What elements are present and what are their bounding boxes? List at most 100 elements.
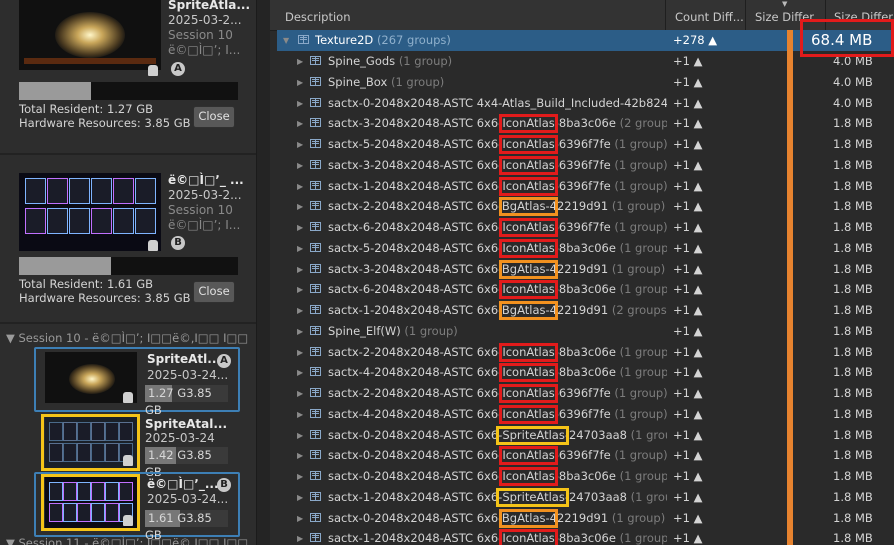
expand-arrow-icon[interactable]: ▶ [297, 321, 303, 342]
texture-icon [310, 201, 321, 211]
table-row[interactable]: ▶ sactx-2-2048x2048-ASTC 6x6-IconAtlas-63… [270, 383, 894, 404]
expand-arrow-icon[interactable]: ▶ [297, 93, 303, 114]
expand-arrow-icon[interactable]: ▶ [297, 404, 303, 425]
snapshot-a-close-button[interactable]: Close [193, 106, 235, 128]
row-size-diff: 1.8 MB [833, 365, 873, 380]
thumbnail-card [91, 443, 105, 462]
thumbnail-card [77, 422, 91, 441]
column-size-diff[interactable]: Size Differ... [827, 0, 894, 30]
expand-arrow-icon[interactable]: ▶ [297, 362, 303, 383]
snapshot-b-resident: Total Resident: 1.61 GB [19, 277, 154, 291]
expand-arrow-icon[interactable]: ▶ [297, 508, 303, 529]
table-row[interactable]: ▶ sactx-1-2048x2048-ASTC 6x6-BgAtlas-4221… [270, 300, 894, 321]
table-row[interactable]: ▶ sactx-0-2048x2048-ASTC 6x6-IconAtlas-8b… [270, 466, 894, 487]
expand-arrow-icon[interactable]: ▶ [297, 300, 303, 321]
table-row[interactable]: ▶ sactx-2-2048x2048-ASTC 6x6-BgAtlas-4221… [270, 196, 894, 217]
snapshot-a-thumbnail[interactable] [19, 0, 161, 70]
expand-arrow-icon[interactable]: ▶ [297, 466, 303, 487]
expand-arrow-icon[interactable]: ▶ [297, 487, 303, 508]
snapshot-b-close-button[interactable]: Close [193, 281, 235, 303]
table-row[interactable]: ▶ sactx-3-2048x2048-ASTC 6x6-IconAtlas-63… [270, 155, 894, 176]
row-name: sactx-3-2048x2048-ASTC 6x6-IconAtlas-8ba… [328, 116, 667, 131]
row-name: sactx-2-2048x2048-ASTC 6x6-IconAtlas-639… [328, 386, 667, 400]
table-row[interactable]: ▶ Spine_Box (1 group) +1 ▲ 4.0 MB [270, 72, 894, 93]
expand-arrow-icon[interactable]: ▶ [297, 342, 303, 363]
row-name: sactx-2-2048x2048-ASTC 6x6-IconAtlas-8ba… [328, 344, 667, 359]
expand-arrow-icon[interactable]: ▶ [297, 113, 303, 134]
snapshot-b-memory-fill [19, 257, 111, 275]
row-name: sactx-3-2048x2048-ASTC 6x6-IconAtlas-639… [328, 157, 667, 172]
row-count-diff: +1 ▲ [673, 448, 703, 463]
table-row[interactable]: ▶ sactx-0-2048x2048-ASTC 4x4-Atlas_Build_… [270, 93, 894, 114]
table-row[interactable]: ▶ sactx-3-2048x2048-ASTC 6x6-IconAtlas-8b… [270, 113, 894, 134]
table-row[interactable]: ▶ sactx-1-2048x2048-ASTC 6x6-IconAtlas-8b… [270, 528, 894, 545]
expand-arrow-icon[interactable]: ▶ [297, 238, 303, 259]
row-count-diff: +1 ▲ [673, 489, 703, 504]
table-row[interactable]: ▶ sactx-4-2048x2048-ASTC 6x6-IconAtlas-8b… [270, 362, 894, 383]
table-row[interactable]: ▶ sactx-6-2048x2048-ASTC 6x6-IconAtlas-63… [270, 217, 894, 238]
row-size-diff: 4.0 MB [833, 95, 873, 110]
texture-icon [310, 346, 321, 356]
table-row[interactable]: ▶ sactx-0-2048x2048-ASTC 6x6-SpriteAtlas-… [270, 425, 894, 446]
texture-icon [310, 450, 321, 460]
snapshot-a-title: SpriteAtla... [168, 0, 251, 12]
expand-arrow-icon[interactable]: ▶ [297, 72, 303, 93]
table-row-root[interactable]: ▼ Texture2D (267 groups) +278 ▲ 68.4 MB [270, 30, 894, 51]
table-row[interactable]: ▶ sactx-4-2048x2048-ASTC 6x6-IconAtlas-63… [270, 404, 894, 425]
android-icon [123, 455, 133, 466]
row-size-diff: 1.8 MB [833, 406, 873, 421]
expand-arrow-icon[interactable]: ▶ [297, 176, 303, 197]
expand-arrow-icon[interactable]: ▶ [297, 528, 303, 545]
expand-arrow-icon[interactable]: ▶ [297, 259, 303, 280]
thumbnail-card [47, 208, 68, 234]
texture-icon [310, 325, 321, 335]
expand-arrow-icon[interactable]: ▶ [297, 155, 303, 176]
table-row[interactable]: ▶ sactx-5-2048x2048-ASTC 6x6-IconAtlas-63… [270, 134, 894, 155]
thumbnail-card [25, 178, 46, 204]
session-11-header[interactable]: ▼ Session 11 - ë©□Ì□ʼ; I□□ë©,I□□ I□□ [0, 533, 256, 545]
table-row[interactable]: ▶ sactx-1-2048x2048-ASTC 6x6-IconAtlas-63… [270, 176, 894, 197]
row-name: sactx-6-2048x2048-ASTC 6x6-IconAtlas-639… [328, 220, 667, 234]
expand-arrow-icon[interactable]: ▼ [283, 30, 289, 51]
row-name: Spine_Gods (1 group) [328, 54, 453, 68]
row-name: sactx-0-2048x2048-ASTC 6x6-IconAtlas-8ba… [328, 469, 667, 483]
row-size-diff: 1.8 MB [833, 282, 873, 297]
expand-arrow-icon[interactable]: ▶ [297, 383, 303, 404]
texture-icon [310, 242, 321, 252]
table-row[interactable]: ▶ sactx-0-2048x2048-ASTC 6x6-BgAtlas-4221… [270, 508, 894, 529]
row-name: sactx-0-2048x2048-ASTC 6x6-BgAtlas-42219… [328, 510, 666, 525]
row-size-diff: 1.8 MB [833, 510, 873, 525]
thumbnail-card [63, 503, 77, 522]
column-count-diff[interactable]: Count Diff... [667, 0, 746, 30]
expand-arrow-icon[interactable]: ▶ [297, 425, 303, 446]
snapshot-b-thumbnail[interactable] [19, 173, 161, 251]
session-10-header[interactable]: ▼ Session 10 - ë©□Ì□ʼ; I□□ë©,I□□ I□□ [0, 328, 256, 348]
column-description[interactable]: Description [270, 0, 666, 30]
root-name: Texture2D (267 groups) [315, 33, 451, 47]
table-row[interactable]: ▶ sactx-2-2048x2048-ASTC 6x6-IconAtlas-8b… [270, 342, 894, 363]
expand-arrow-icon[interactable]: ▶ [297, 445, 303, 466]
row-size-diff: 1.8 MB [833, 220, 873, 234]
android-icon [148, 65, 158, 76]
thumbnail-card [135, 208, 156, 234]
table-row[interactable]: ▶ sactx-6-2048x2048-ASTC 6x6-IconAtlas-8b… [270, 279, 894, 300]
expand-arrow-icon[interactable]: ▶ [297, 279, 303, 300]
table-row[interactable]: ▶ sactx-3-2048x2048-ASTC 6x6-BgAtlas-4221… [270, 259, 894, 280]
expand-arrow-icon[interactable]: ▶ [297, 134, 303, 155]
row-size-diff: 1.8 MB [833, 323, 873, 338]
table-row[interactable]: ▶ sactx-1-2048x2048-ASTC 6x6-SpriteAtlas-… [270, 487, 894, 508]
table-row[interactable]: ▶ Spine_Gods (1 group) +1 ▲ 4.0 MB [270, 51, 894, 72]
table-row[interactable]: ▶ Spine_Elf(W) (1 group) +1 ▲ 1.8 MB [270, 321, 894, 342]
thumbnail-card [47, 178, 68, 204]
row-count-diff: +1 ▲ [673, 261, 703, 276]
thumbnail-card [49, 443, 63, 462]
table-row[interactable]: ▶ sactx-0-2048x2048-ASTC 6x6-IconAtlas-63… [270, 445, 894, 466]
expand-arrow-icon[interactable]: ▶ [297, 51, 303, 72]
table-row[interactable]: ▶ sactx-5-2048x2048-ASTC 6x6-IconAtlas-8b… [270, 238, 894, 259]
mini-2-memory-bar: 1.42 G3.85 GB [145, 447, 228, 479]
splitter[interactable] [257, 0, 270, 545]
expand-arrow-icon[interactable]: ▶ [297, 217, 303, 238]
expand-arrow-icon[interactable]: ▶ [297, 196, 303, 217]
thumbnail-card [25, 208, 46, 234]
row-name: sactx-1-2048x2048-ASTC 6x6-SpriteAtlas-2… [328, 489, 667, 504]
